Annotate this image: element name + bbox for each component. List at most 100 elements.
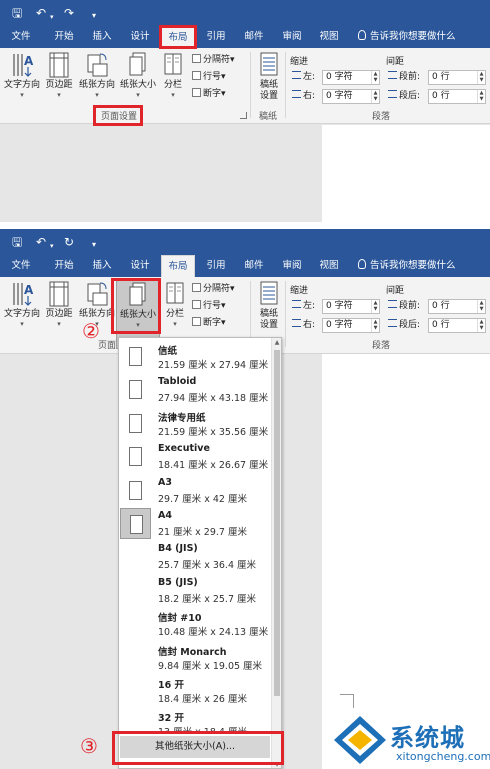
paper-option-envelope-10[interactable]: 信封 #10 10.48 厘米 x 24.13 厘米	[119, 607, 271, 640]
svg-text:A: A	[24, 283, 33, 297]
page-setup-launcher-icon[interactable]	[240, 112, 247, 119]
tab-references[interactable]: 引用	[200, 255, 232, 277]
indent-right-input[interactable]: 0 字符 ▲ ▼	[322, 318, 380, 333]
tab-home[interactable]: 开始	[48, 255, 80, 277]
draft-label-2: 设置	[259, 320, 278, 330]
tab-review[interactable]: 审阅	[276, 26, 308, 48]
indent-left-input[interactable]: 0 字符 ▲ ▼	[322, 299, 380, 314]
line-numbers-label: 行号	[203, 72, 222, 82]
breaks-button[interactable]: 分隔符▾	[192, 283, 235, 295]
step-3-marker: ③	[80, 734, 98, 758]
paper-option-legal[interactable]: 法律专用纸 21.59 厘米 x 35.56 厘米	[119, 407, 271, 440]
paper-option-envelope-monarch[interactable]: 信封 Monarch 9.84 厘米 x 19.05 厘米	[119, 641, 271, 674]
indent-left-input[interactable]: 0 字符 ▲ ▼	[322, 70, 380, 85]
spacing-after-input[interactable]: 0 行 ▲ ▼	[428, 89, 486, 104]
spinner-arrows-icon[interactable]: ▲ ▼	[477, 71, 485, 84]
tab-layout[interactable]: 布局	[161, 255, 195, 277]
draft-label-1: 稿纸	[259, 309, 278, 319]
orientation-button[interactable]: 纸张方向 ▾	[76, 52, 118, 99]
tell-me-box[interactable]: 告诉我你想要做什么	[358, 255, 456, 277]
document-page[interactable]	[322, 125, 490, 222]
indent-right-input[interactable]: 0 字符 ▲ ▼	[322, 89, 380, 104]
customize-qat-icon[interactable]: ▾	[92, 8, 96, 24]
tab-design[interactable]: 设计	[124, 255, 156, 277]
save-icon[interactable]: 🖫	[12, 234, 22, 250]
repeat-icon[interactable]: ↻	[64, 234, 74, 250]
columns-button[interactable]: 分栏 ▾	[162, 281, 188, 328]
columns-label: 分栏	[165, 309, 184, 319]
tab-references[interactable]: 引用	[200, 26, 232, 48]
line-numbers-button[interactable]: 行号▾	[192, 71, 226, 83]
margins-icon	[48, 281, 70, 307]
spacing-before-input[interactable]: 0 行 ▲ ▼	[428, 299, 486, 314]
undo-icon[interactable]: ↶	[36, 5, 46, 21]
tab-design[interactable]: 设计	[124, 26, 156, 48]
tab-insert[interactable]: 插入	[86, 26, 118, 48]
tab-mailings[interactable]: 邮件	[238, 26, 270, 48]
spinner-arrows-icon[interactable]: ▲ ▼	[477, 319, 485, 332]
draft-settings-button[interactable]: 稿纸 设置	[254, 52, 284, 102]
paper-option-a3[interactable]: A3 29.7 厘米 x 42 厘米	[119, 474, 271, 507]
text-direction-button[interactable]: A 文字方向 ▾	[2, 281, 42, 328]
paper-icon	[129, 480, 142, 500]
margins-button[interactable]: 页边距 ▾	[42, 281, 76, 328]
paper-option-a4[interactable]: A4 21 厘米 x 29.7 厘米	[119, 507, 271, 540]
line-numbers-button[interactable]: 行号▾	[192, 300, 226, 312]
paper-option-letter[interactable]: 信纸 21.59 厘米 x 27.94 厘米	[119, 340, 271, 373]
tab-file[interactable]: 文件	[5, 255, 37, 277]
redo-icon[interactable]: ↷	[64, 5, 74, 21]
spacing-before-input[interactable]: 0 行 ▲ ▼	[428, 70, 486, 85]
paper-option-16k[interactable]: 16 开 18.4 厘米 x 26 厘米	[119, 674, 271, 707]
breaks-icon	[192, 54, 201, 63]
spacing-after-input[interactable]: 0 行 ▲ ▼	[428, 318, 486, 333]
paper-option-tabloid[interactable]: Tabloid 27.94 厘米 x 43.18 厘米	[119, 373, 271, 406]
indent-left-label: 左:	[292, 299, 315, 313]
paper-option-b4-jis[interactable]: B4 (JIS) 25.7 厘米 x 36.4 厘米	[119, 540, 271, 573]
step-2-marker: ②	[82, 319, 100, 343]
spinner-arrows-icon[interactable]: ▲ ▼	[477, 90, 485, 103]
tab-view[interactable]: 视图	[313, 26, 345, 48]
paper-option-b5-jis[interactable]: B5 (JIS) 18.2 厘米 x 25.7 厘米	[119, 574, 271, 607]
draft-settings-button[interactable]: 稿纸 设置	[254, 281, 284, 331]
spinner-arrows-icon[interactable]: ▲ ▼	[371, 300, 379, 313]
tab-view[interactable]: 视图	[313, 255, 345, 277]
text-direction-icon: A	[11, 52, 34, 78]
spinner-arrows-icon[interactable]: ▲ ▼	[371, 90, 379, 103]
hyphenation-button[interactable]: 断字▾	[192, 88, 226, 100]
page-setup-group-label-partial: 页面	[98, 341, 117, 351]
paper-option-32k[interactable]: 32 开 13 厘米 x 18.4 厘米	[119, 707, 271, 733]
columns-button[interactable]: 分栏 ▾	[160, 52, 186, 99]
margins-button[interactable]: 页边距 ▾	[42, 52, 76, 99]
chevron-down-icon: ▾	[173, 320, 177, 328]
breaks-button[interactable]: 分隔符▾	[192, 54, 235, 66]
dropdown-scrollbar[interactable]: ▲ ▼	[271, 338, 281, 768]
undo-dropdown-icon[interactable]: ▾	[50, 238, 54, 254]
size-button[interactable]: 纸张大小 ▾	[118, 52, 158, 99]
tab-home[interactable]: 开始	[48, 26, 80, 48]
size-label: 纸张大小	[119, 80, 156, 90]
paper-size-dropdown[interactable]: ▲ ▼ 信纸 21.59 厘米 x 27.94 厘米 Tabloid 27.94…	[118, 337, 282, 769]
tell-me-box[interactable]: 告诉我你想要做什么	[358, 26, 456, 48]
spinner-arrows-icon[interactable]: ▲ ▼	[477, 300, 485, 313]
save-icon[interactable]: 🖫	[12, 5, 22, 21]
undo-dropdown-icon[interactable]: ▾	[50, 9, 54, 25]
undo-icon[interactable]: ↶	[36, 234, 46, 250]
indent-left-icon	[292, 300, 301, 308]
customize-qat-icon[interactable]: ▾	[92, 237, 96, 253]
spinner-arrows-icon[interactable]: ▲ ▼	[371, 71, 379, 84]
scrollbar-thumb[interactable]	[274, 350, 280, 696]
lightbulb-icon	[358, 259, 366, 269]
hyphenation-button[interactable]: 断字▾	[192, 317, 226, 329]
spacing-after-icon	[388, 90, 397, 98]
chevron-down-icon: ▾	[57, 91, 61, 99]
tab-file[interactable]: 文件	[5, 26, 37, 48]
scroll-up-icon[interactable]: ▲	[272, 338, 281, 348]
tab-mailings[interactable]: 邮件	[238, 255, 270, 277]
watermark-text: 系统城	[390, 724, 465, 752]
indent-heading: 缩进	[290, 286, 309, 296]
tab-review[interactable]: 审阅	[276, 255, 308, 277]
tab-insert[interactable]: 插入	[86, 255, 118, 277]
spinner-arrows-icon[interactable]: ▲ ▼	[371, 319, 379, 332]
paper-option-executive[interactable]: Executive 18.41 厘米 x 26.67 厘米	[119, 440, 271, 473]
text-direction-button[interactable]: A 文字方向 ▾	[2, 52, 42, 99]
